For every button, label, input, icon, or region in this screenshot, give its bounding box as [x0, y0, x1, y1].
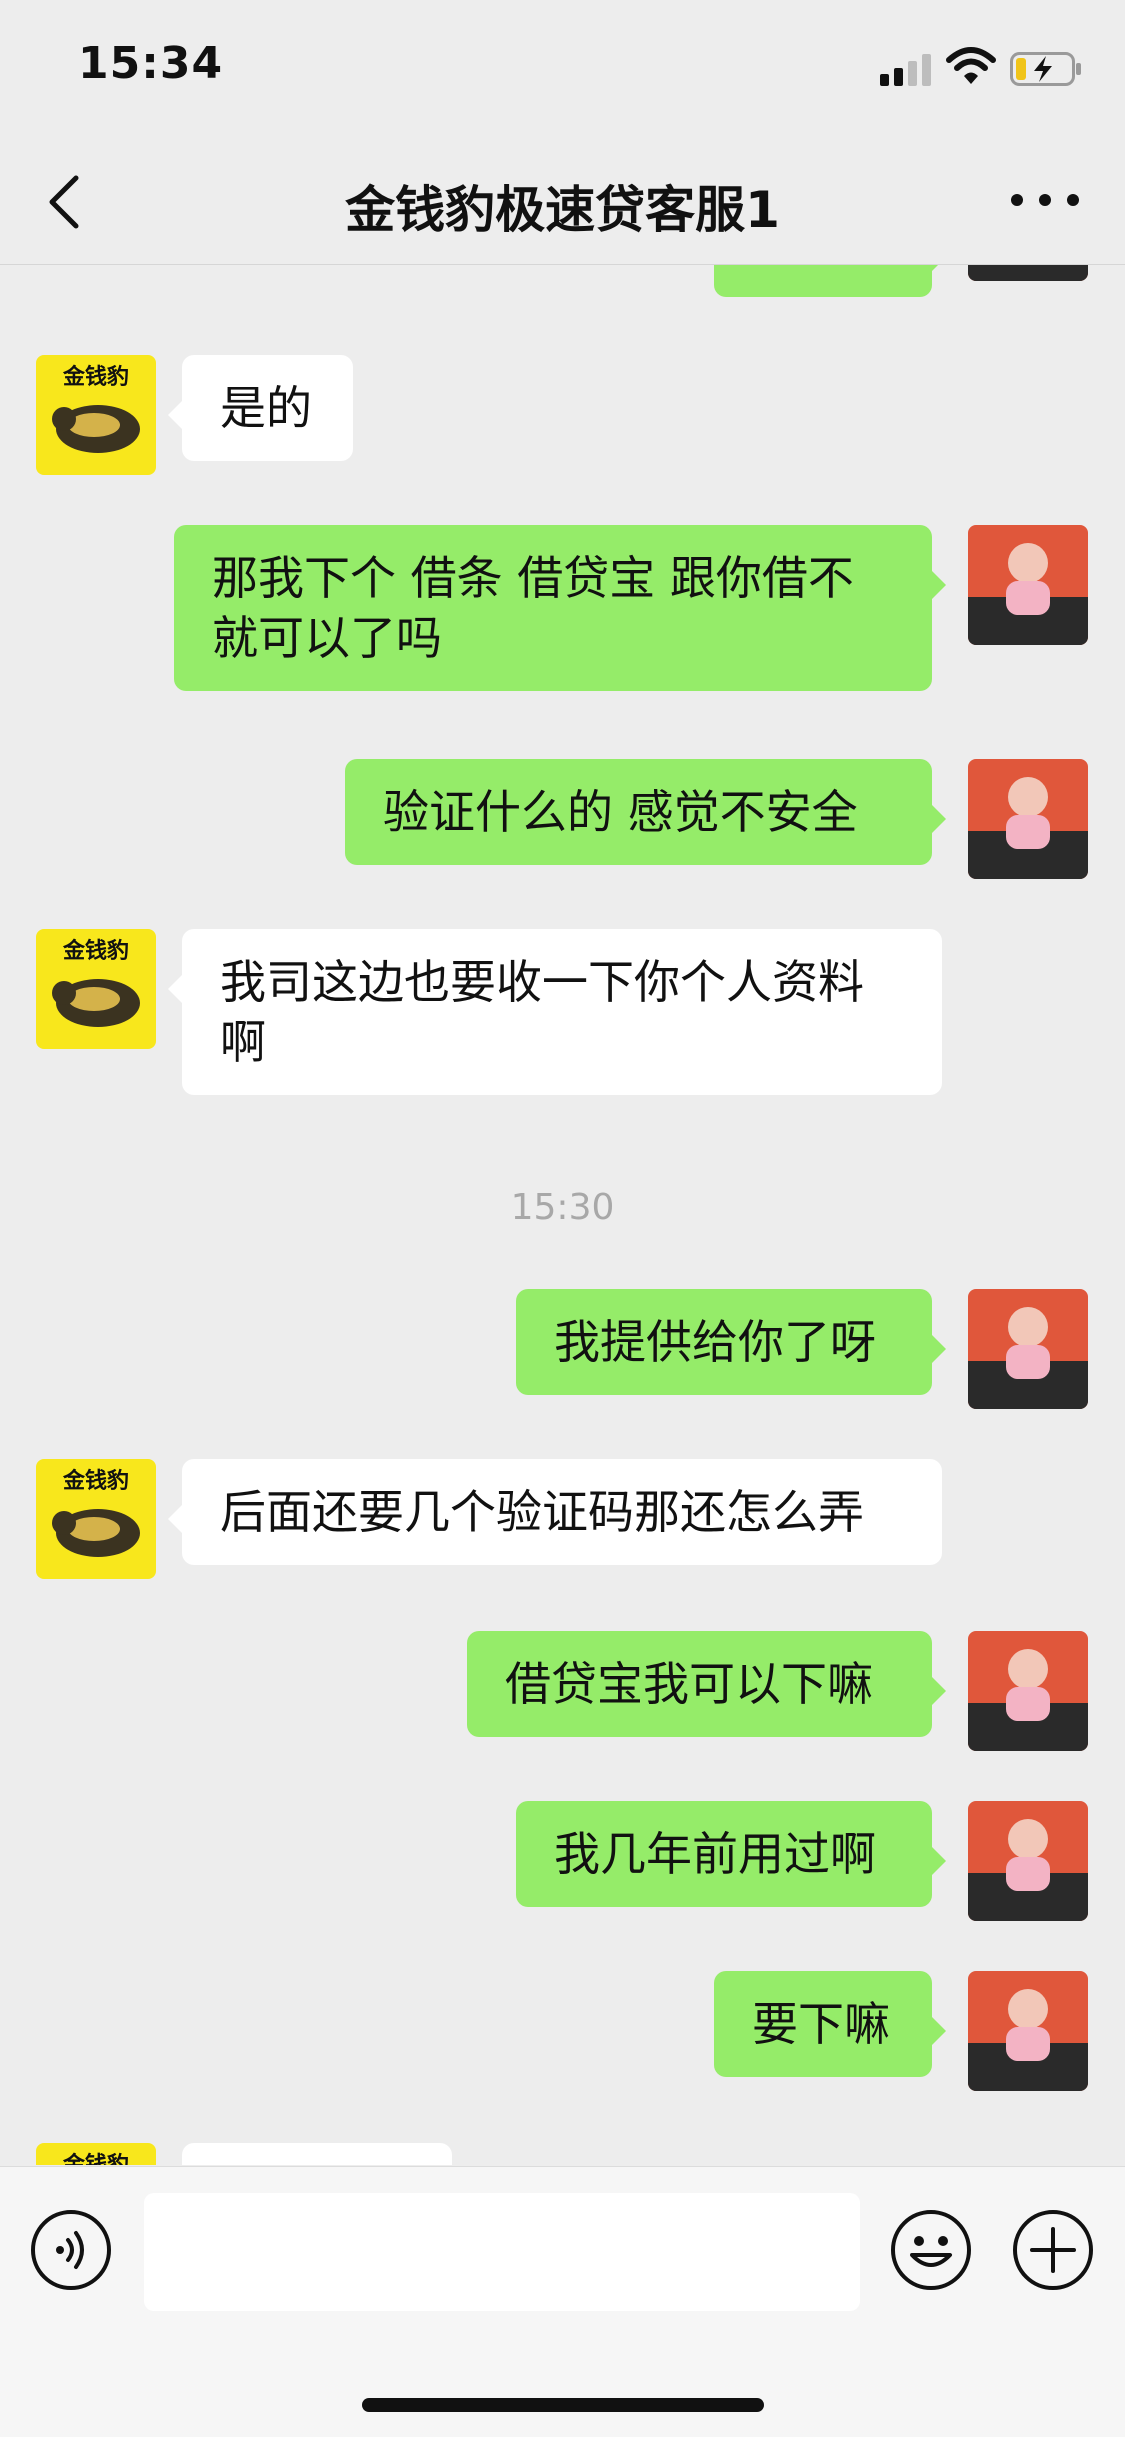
avatar-label: 金钱豹: [62, 1469, 129, 1494]
message-timestamp: 15:30: [510, 1187, 615, 1228]
status-time: 15:34: [78, 38, 224, 89]
message-bubble[interactable]: 那我下个 借条 借贷宝 跟你借不就可以了吗: [174, 525, 946, 691]
contact-avatar[interactable]: 金钱豹: [36, 929, 156, 1049]
contact-avatar[interactable]: 金钱豹: [36, 355, 156, 475]
emoji-icon: [891, 2210, 971, 2290]
contact-avatar[interactable]: 金钱豹: [36, 2143, 156, 2165]
voice-button[interactable]: [30, 2209, 112, 2291]
user-avatar[interactable]: [968, 759, 1088, 879]
more-dots-icon: [1011, 194, 1079, 206]
message-bubble[interactable]: 验证什么的 感觉不安全: [345, 759, 946, 865]
user-avatar[interactable]: [968, 1631, 1088, 1751]
signal-icon: [880, 52, 936, 86]
message-bubble[interactable]: 借贷宝我可以下嘛: [467, 1631, 946, 1737]
message-bubble[interactable]: 我提供给你了呀: [516, 1289, 946, 1395]
message-bubble[interactable]: 我几年前用过啊: [516, 1801, 946, 1907]
battery-charging-icon: [1010, 52, 1082, 86]
status-bar: 15:34: [0, 0, 1125, 140]
user-avatar[interactable]: [968, 265, 1088, 281]
user-avatar[interactable]: [968, 1971, 1088, 2091]
input-bar: [0, 2166, 1125, 2437]
emoji-button[interactable]: [890, 2209, 972, 2291]
message-bubble[interactable]: 我司这边也要收一下你个人资料啊: [168, 929, 942, 1095]
message-bubble-partial[interactable]: [714, 265, 946, 297]
chat-area[interactable]: 金钱豹 是的 那我下个 借条 借贷宝 跟你借不就可以了吗 验证什么的 感觉不安全…: [0, 265, 1125, 2165]
message-bubble[interactable]: 是的: [168, 355, 353, 461]
avatar-label: 金钱豹: [62, 939, 129, 964]
user-avatar[interactable]: [968, 525, 1088, 645]
contact-avatar[interactable]: 金钱豹: [36, 1459, 156, 1579]
message-bubble[interactable]: 要下嘛: [714, 1971, 946, 2077]
plus-button[interactable]: [1012, 2209, 1094, 2291]
avatar-label: 金钱豹: [36, 2147, 156, 2165]
wifi-icon: [945, 46, 997, 86]
home-indicator[interactable]: [362, 2398, 764, 2412]
message-bubble-partial[interactable]: [182, 2143, 452, 2165]
user-avatar[interactable]: [968, 1289, 1088, 1409]
voice-icon: [31, 2210, 111, 2290]
message-bubble[interactable]: 后面还要几个验证码那还怎么弄: [168, 1459, 942, 1565]
nav-bar: 金钱豹极速贷客服1: [0, 140, 1125, 265]
more-button[interactable]: [1005, 180, 1085, 220]
chat-title: 金钱豹极速贷客服1: [345, 181, 780, 239]
message-input[interactable]: [144, 2193, 860, 2311]
plus-icon: [1013, 2210, 1093, 2290]
avatar-label: 金钱豹: [62, 365, 129, 390]
user-avatar[interactable]: [968, 1801, 1088, 1921]
